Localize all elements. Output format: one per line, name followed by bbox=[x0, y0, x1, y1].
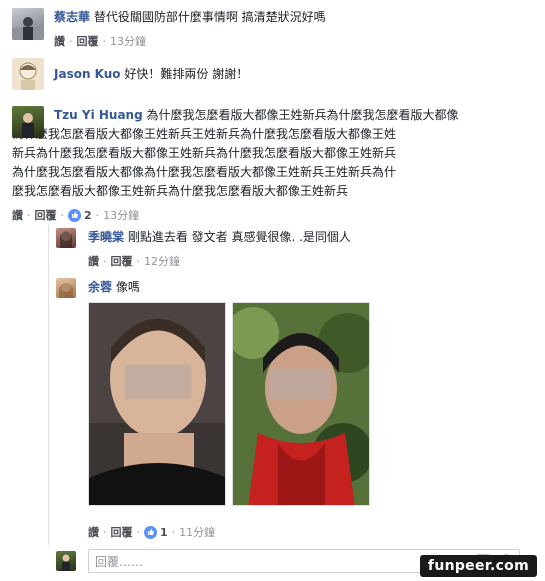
reply-thread-line bbox=[48, 225, 49, 545]
like-count[interactable]: 1 bbox=[144, 525, 168, 539]
avatar[interactable] bbox=[56, 228, 76, 248]
comment-text: 替代役關國防部什麼事情啊 搞清楚狀況好嗎 bbox=[93, 10, 326, 24]
face-blur bbox=[269, 369, 331, 399]
like-link[interactable]: 讚 bbox=[12, 207, 23, 223]
comment-text: 好快！難排兩份 謝謝！ bbox=[124, 67, 249, 81]
like-link[interactable]: 讚 bbox=[54, 33, 65, 49]
face-blur bbox=[125, 365, 191, 399]
avatar-image bbox=[62, 554, 70, 571]
avatar-image bbox=[19, 62, 37, 90]
reply-actions: 讚 · 回覆 · 12分鐘 bbox=[88, 253, 180, 269]
reply-link[interactable]: 回覆 bbox=[77, 33, 99, 49]
avatar-image bbox=[12, 17, 44, 40]
comment-text-line: 為什麼我怎麼看版大都像王姓新兵王姓新兵為什麼我怎麼看版大都像王姓 bbox=[12, 127, 397, 141]
reply-1: 季曉棠 剛點進去看 發文者 真感覺很像. .是同個人 讚 · 回覆 · 12分鐘 bbox=[56, 228, 351, 269]
watermark: funpeer.com bbox=[419, 555, 537, 577]
like-count[interactable]: 2 bbox=[68, 208, 92, 222]
avatar-image bbox=[59, 282, 73, 298]
comment-author[interactable]: 蔡志華 bbox=[54, 10, 90, 24]
comment-actions: 讚 · 回覆 · 13分鐘 bbox=[54, 33, 146, 49]
reply-text: 像嗎 bbox=[115, 280, 140, 294]
timestamp[interactable]: 11分鐘 bbox=[179, 524, 215, 540]
avatar-image bbox=[22, 113, 34, 138]
avatar[interactable] bbox=[56, 278, 76, 298]
current-user-avatar bbox=[56, 551, 76, 571]
like-link[interactable]: 讚 bbox=[88, 524, 99, 540]
comment-author[interactable]: Jason Kuo bbox=[54, 67, 121, 81]
reply-actions: 讚 · 回覆 · 1 · 11分鐘 bbox=[88, 524, 216, 540]
reply-link[interactable]: 回覆 bbox=[111, 524, 133, 540]
reply-author[interactable]: 余蓉 bbox=[88, 280, 112, 294]
comment-text-line: 麼我怎麼看版大都像王姓新兵為什麼我怎麼看版大都像王姓新兵 bbox=[12, 184, 349, 198]
photo-1[interactable] bbox=[88, 302, 226, 506]
avatar-image bbox=[60, 231, 72, 248]
comment-text-line: 新兵為什麼我怎麼看版大都像王姓新兵為什麼我怎麼看版大都像王姓新兵 bbox=[12, 146, 397, 160]
timestamp[interactable]: 13分鐘 bbox=[103, 207, 139, 223]
photo-2-image bbox=[233, 303, 369, 505]
photo-1-image bbox=[89, 303, 225, 505]
avatar[interactable] bbox=[12, 8, 44, 40]
avatar[interactable] bbox=[12, 58, 44, 90]
reply-author[interactable]: 季曉棠 bbox=[88, 230, 124, 244]
comment-3: Tzu Yi Huang 為什麼我怎麼看版大都像王姓新兵為什麼我怎麼看版大都像 … bbox=[12, 106, 534, 223]
reply-link[interactable]: 回覆 bbox=[35, 207, 57, 223]
reply-placeholder: 回覆…… bbox=[95, 554, 144, 569]
reply-text: 剛點進去看 發文者 真感覺很像. .是同個人 bbox=[127, 230, 351, 244]
avatar[interactable] bbox=[12, 106, 44, 138]
comment-actions: 讚 · 回覆 · 2 · 13分鐘 bbox=[12, 207, 140, 223]
comment-text-line: 為什麼我怎麼看版大都像為什麼我怎麼看版大都像王姓新兵王姓新兵為什 bbox=[12, 165, 397, 179]
comment-author[interactable]: Tzu Yi Huang bbox=[54, 108, 143, 122]
comment-1: 蔡志華 替代役關國防部什麼事情啊 搞清楚狀況好嗎 讚 · 回覆 · 13分鐘 bbox=[12, 8, 326, 49]
reply-2: 余蓉 像嗎 bbox=[56, 278, 140, 298]
comment-2: Jason Kuo 好快！難排兩份 謝謝！ bbox=[12, 58, 248, 90]
timestamp[interactable]: 12分鐘 bbox=[144, 253, 180, 269]
comment-text-line: 為什麼我怎麼看版大都像王姓新兵為什麼我怎麼看版大都像 bbox=[146, 108, 459, 122]
reply-link[interactable]: 回覆 bbox=[111, 253, 133, 269]
thumbs-up-icon bbox=[68, 208, 81, 222]
photo-2[interactable] bbox=[232, 302, 370, 506]
like-link[interactable]: 讚 bbox=[88, 253, 99, 269]
thumbs-up-icon bbox=[144, 525, 157, 539]
timestamp[interactable]: 13分鐘 bbox=[110, 33, 146, 49]
